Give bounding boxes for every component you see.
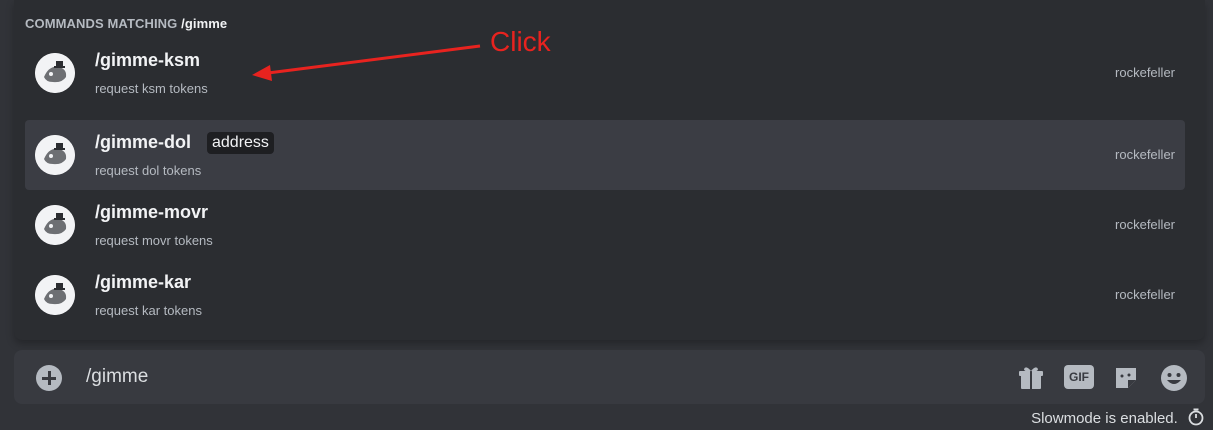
annotation-click-label: Click bbox=[490, 26, 551, 57]
bot-avatar bbox=[35, 275, 75, 315]
command-app-name: rockefeller bbox=[1115, 65, 1175, 80]
gift-icon[interactable] bbox=[1016, 363, 1046, 393]
command-item-gimme-dol[interactable]: /gimme-dol address request dol tokens ro… bbox=[25, 120, 1185, 190]
command-option-badge: address bbox=[207, 132, 274, 154]
command-app-name: rockefeller bbox=[1115, 287, 1175, 302]
command-app-name: rockefeller bbox=[1115, 217, 1175, 232]
command-name: /gimme-kar bbox=[95, 272, 192, 292]
command-item-gimme-ksm[interactable]: /gimme-ksm request ksm tokens rockefelle… bbox=[25, 38, 1185, 108]
gif-icon[interactable]: GIF bbox=[1064, 365, 1094, 389]
command-description: request movr tokens bbox=[95, 233, 213, 248]
message-input-bar: /gimme GIF bbox=[14, 350, 1205, 404]
sticker-icon[interactable] bbox=[1111, 363, 1141, 393]
bot-avatar bbox=[35, 135, 75, 175]
command-name: /gimme-ksm bbox=[95, 50, 201, 70]
emoji-icon[interactable] bbox=[1159, 363, 1189, 393]
slowmode-notice: Slowmode is enabled. bbox=[1031, 408, 1204, 430]
command-autocomplete-popup: COMMANDS MATCHING /gimme /gimme-ksm requ… bbox=[14, 0, 1205, 340]
command-name: /gimme-movr bbox=[95, 202, 209, 222]
command-description: request ksm tokens bbox=[95, 81, 208, 96]
message-input[interactable]: /gimme bbox=[86, 366, 148, 388]
command-description: request kar tokens bbox=[95, 303, 202, 318]
timer-icon bbox=[1188, 408, 1204, 430]
command-name: /gimme-dol bbox=[95, 132, 192, 152]
slowmode-text: Slowmode is enabled. bbox=[1031, 409, 1178, 427]
add-icon[interactable] bbox=[36, 365, 62, 391]
popup-header: COMMANDS MATCHING /gimme bbox=[25, 16, 227, 31]
bot-avatar bbox=[35, 205, 75, 245]
command-app-name: rockefeller bbox=[1115, 147, 1175, 162]
command-item-gimme-kar[interactable]: /gimme-kar request kar tokens rockefelle… bbox=[25, 260, 1185, 330]
bot-avatar bbox=[35, 53, 75, 93]
command-item-gimme-movr[interactable]: /gimme-movr request movr tokens rockefel… bbox=[25, 190, 1185, 260]
command-description: request dol tokens bbox=[95, 163, 202, 178]
popup-header-query: /gimme bbox=[181, 16, 228, 31]
popup-header-label: COMMANDS MATCHING bbox=[25, 16, 178, 31]
